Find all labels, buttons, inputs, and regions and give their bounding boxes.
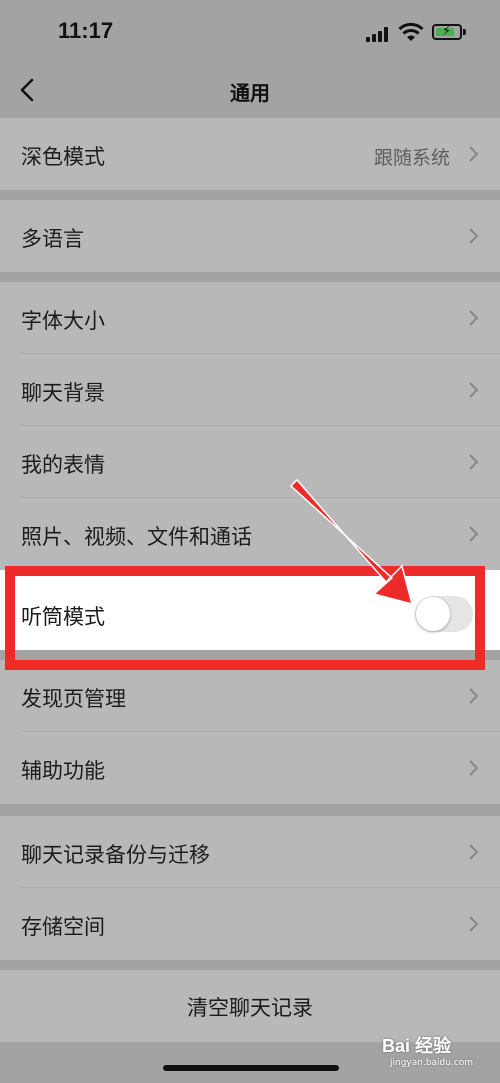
row-label: 发现页管理 [21, 687, 126, 711]
clear-chat-history-label: 清空聊天记录 [187, 996, 313, 1020]
settings-row-discover-management[interactable]: 发现页管理 [0, 660, 500, 732]
settings-row-media-files-calls[interactable]: 照片、视频、文件和通话 [0, 498, 500, 570]
settings-row-my-stickers[interactable]: 我的表情 [0, 426, 500, 498]
settings-row-language[interactable]: 多语言 [0, 200, 500, 272]
row-label: 辅助功能 [21, 759, 105, 783]
chevron-right-icon [469, 526, 479, 542]
chevron-right-icon [469, 382, 479, 398]
home-indicator [163, 1065, 339, 1071]
row-label: 听筒模式 [21, 605, 105, 629]
watermark-logo: Bai 经验 [382, 1036, 452, 1056]
chevron-right-icon [469, 228, 479, 244]
status-time: 11:17 [58, 18, 114, 43]
watermark-url: jingyan.baidu.com [390, 1058, 474, 1068]
row-value: 跟随系统 [373, 147, 450, 169]
battery-tip [463, 29, 466, 35]
battery-icon: ⚡ [432, 24, 462, 40]
settings-group-dark-mode: 深色模式 跟随系统 [0, 118, 500, 190]
settings-row-dark-mode[interactable]: 深色模式 跟随系统 [0, 118, 500, 190]
page-title: 通用 [230, 81, 270, 105]
settings-row-storage[interactable]: 存储空间 [0, 888, 500, 960]
chevron-right-icon [469, 454, 479, 470]
chevron-right-icon [469, 146, 479, 162]
row-label: 字体大小 [21, 309, 105, 333]
settings-group-discover: 发现页管理 辅助功能 [0, 660, 500, 804]
settings-group-language: 多语言 [0, 200, 500, 272]
chevron-right-icon [469, 916, 479, 932]
chevron-right-icon [469, 760, 479, 776]
settings-row-earpiece-mode: 听筒模式 [0, 570, 500, 650]
cellular-signal-icon [366, 26, 390, 42]
chevron-right-icon [469, 844, 479, 860]
chevron-right-icon [469, 688, 479, 704]
settings-group-storage: 聊天记录备份与迁移 存储空间 [0, 816, 500, 960]
row-label: 聊天背景 [21, 381, 105, 405]
settings-row-font-size[interactable]: 字体大小 [0, 282, 500, 354]
nav-bar: 通用 [0, 64, 500, 116]
row-label: 深色模式 [21, 145, 105, 169]
settings-row-chat-background[interactable]: 聊天背景 [0, 354, 500, 426]
chevron-right-icon [469, 310, 479, 326]
row-label: 照片、视频、文件和通话 [21, 525, 252, 549]
earpiece-mode-toggle[interactable] [415, 596, 473, 632]
toggle-knob [416, 597, 450, 631]
row-label: 多语言 [21, 227, 84, 251]
settings-row-accessibility[interactable]: 辅助功能 [0, 732, 500, 804]
settings-group-display: 字体大小 聊天背景 我的表情 照片、视频、文件和通话 [0, 282, 500, 570]
row-label: 存储空间 [21, 915, 105, 939]
status-bar: 11:17 ⚡ [0, 0, 500, 64]
row-label: 我的表情 [21, 453, 105, 477]
wifi-icon [398, 22, 424, 41]
row-label: 聊天记录备份与迁移 [21, 843, 210, 867]
settings-row-chat-backup[interactable]: 聊天记录备份与迁移 [0, 816, 500, 888]
